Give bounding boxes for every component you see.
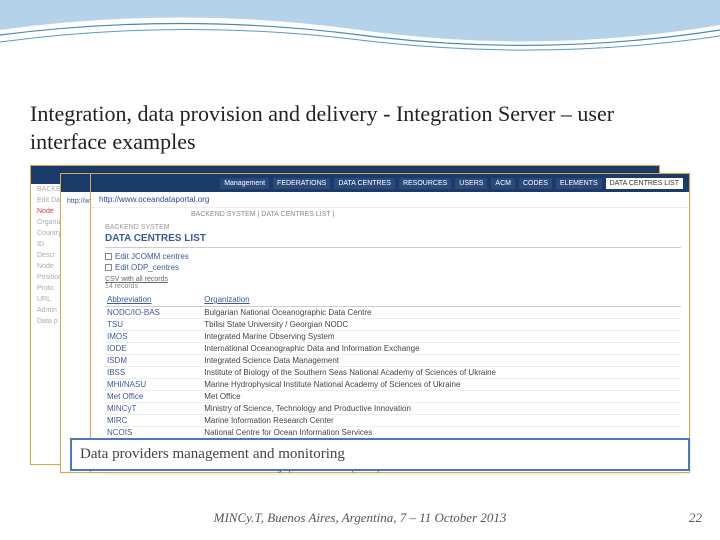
tab-federations[interactable]: FEDERATIONS xyxy=(273,178,330,189)
breadcrumb: BACKEND SYSTEM | DATA CENTRES LIST | xyxy=(91,208,689,220)
table-row[interactable]: IBSSInstitute of Biology of the Southern… xyxy=(105,367,681,379)
table-row[interactable]: NCOISNational Centre for Ocean Informati… xyxy=(105,427,681,439)
tab-data-centres[interactable]: DATA CENTRES xyxy=(334,178,395,189)
checkbox-icon xyxy=(105,264,112,271)
cell-abbr: NCOIS xyxy=(105,427,202,439)
cell-abbr: MINCyT xyxy=(105,403,202,415)
cell-org: Integrated Science Data Management xyxy=(202,355,681,367)
col-abbreviation[interactable]: Abbreviation xyxy=(105,293,202,307)
table-row[interactable]: MINCyTMinistry of Science, Technology an… xyxy=(105,403,681,415)
cell-org: Marine Hydrophysical Institute National … xyxy=(202,379,681,391)
section-label: BACKEND SYSTEM xyxy=(105,224,681,231)
tab-data-centres-list[interactable]: DATA CENTRES LIST xyxy=(606,178,683,189)
table-row[interactable]: TSUTbilisi State University / Georgian N… xyxy=(105,319,681,331)
cell-org: Met Office xyxy=(202,391,681,403)
table-row[interactable]: MHI/NASUMarine Hydrophysical Institute N… xyxy=(105,379,681,391)
edit-odp-link[interactable]: Edit ODP_centres xyxy=(105,262,681,273)
decorative-wave xyxy=(0,0,720,70)
csv-export-link[interactable]: CSV with all records xyxy=(105,276,681,283)
cell-org: Marine Information Research Center xyxy=(202,415,681,427)
top-tabs: Management FEDERATIONS DATA CENTRES RESO… xyxy=(91,174,689,192)
panel-front: Management FEDERATIONS DATA CENTRES RESO… xyxy=(90,173,690,473)
table-row[interactable]: IODEInternational Oceanographic Data and… xyxy=(105,343,681,355)
cell-abbr: MHI/NASU xyxy=(105,379,202,391)
cell-abbr: MIRC xyxy=(105,415,202,427)
tab-acm[interactable]: ACM xyxy=(491,178,515,189)
col-organization[interactable]: Organization xyxy=(202,293,681,307)
edit-jcomm-link[interactable]: Edit JCOMM centres xyxy=(105,251,681,262)
tab-resources[interactable]: RESOURCES xyxy=(399,178,451,189)
tab-management[interactable]: Management xyxy=(220,178,269,189)
page-number: 22 xyxy=(689,510,702,526)
tab-users[interactable]: USERS xyxy=(455,178,487,189)
cell-org: Ministry of Science, Technology and Prod… xyxy=(202,403,681,415)
caption-box: Data providers management and monitoring xyxy=(70,438,690,471)
cell-org: Institute of Biology of the Southern Sea… xyxy=(202,367,681,379)
table-row[interactable]: ISDMIntegrated Science Data Management xyxy=(105,355,681,367)
cell-abbr: NODC/IO-BAS xyxy=(105,307,202,319)
section-title: DATA CENTRES LIST xyxy=(105,231,681,248)
cell-org: International Oceanographic Data and Inf… xyxy=(202,343,681,355)
cell-org: Integrated Marine Observing System xyxy=(202,331,681,343)
table-row[interactable]: Met OfficeMet Office xyxy=(105,391,681,403)
cell-abbr: IMOS xyxy=(105,331,202,343)
record-count: 14 records xyxy=(105,283,681,290)
url-bar[interactable]: http://www.oceandataportal.org xyxy=(91,192,689,208)
tab-codes[interactable]: CODES xyxy=(519,178,552,189)
screenshot-stack: BACKEND Edit Data Node Organization Coun… xyxy=(30,165,690,475)
cell-org: Tbilisi State University / Georgian NODC xyxy=(202,319,681,331)
cell-abbr: Met Office xyxy=(105,391,202,403)
table-row[interactable]: IMOSIntegrated Marine Observing System xyxy=(105,331,681,343)
tab-elements[interactable]: ELEMENTS xyxy=(556,178,602,189)
cell-org: National Centre for Ocean Information Se… xyxy=(202,427,681,439)
table-row[interactable]: NODC/IO-BASBulgarian National Oceanograp… xyxy=(105,307,681,319)
checkbox-icon xyxy=(105,253,112,260)
cell-abbr: IBSS xyxy=(105,367,202,379)
table-row[interactable]: MIRCMarine Information Research Center xyxy=(105,415,681,427)
cell-abbr: TSU xyxy=(105,319,202,331)
cell-org: Bulgarian National Oceanographic Data Ce… xyxy=(202,307,681,319)
cell-abbr: IODE xyxy=(105,343,202,355)
cell-abbr: ISDM xyxy=(105,355,202,367)
slide-footer: MINCy.T, Buenos Aires, Argentina, 7 – 11… xyxy=(0,510,720,526)
